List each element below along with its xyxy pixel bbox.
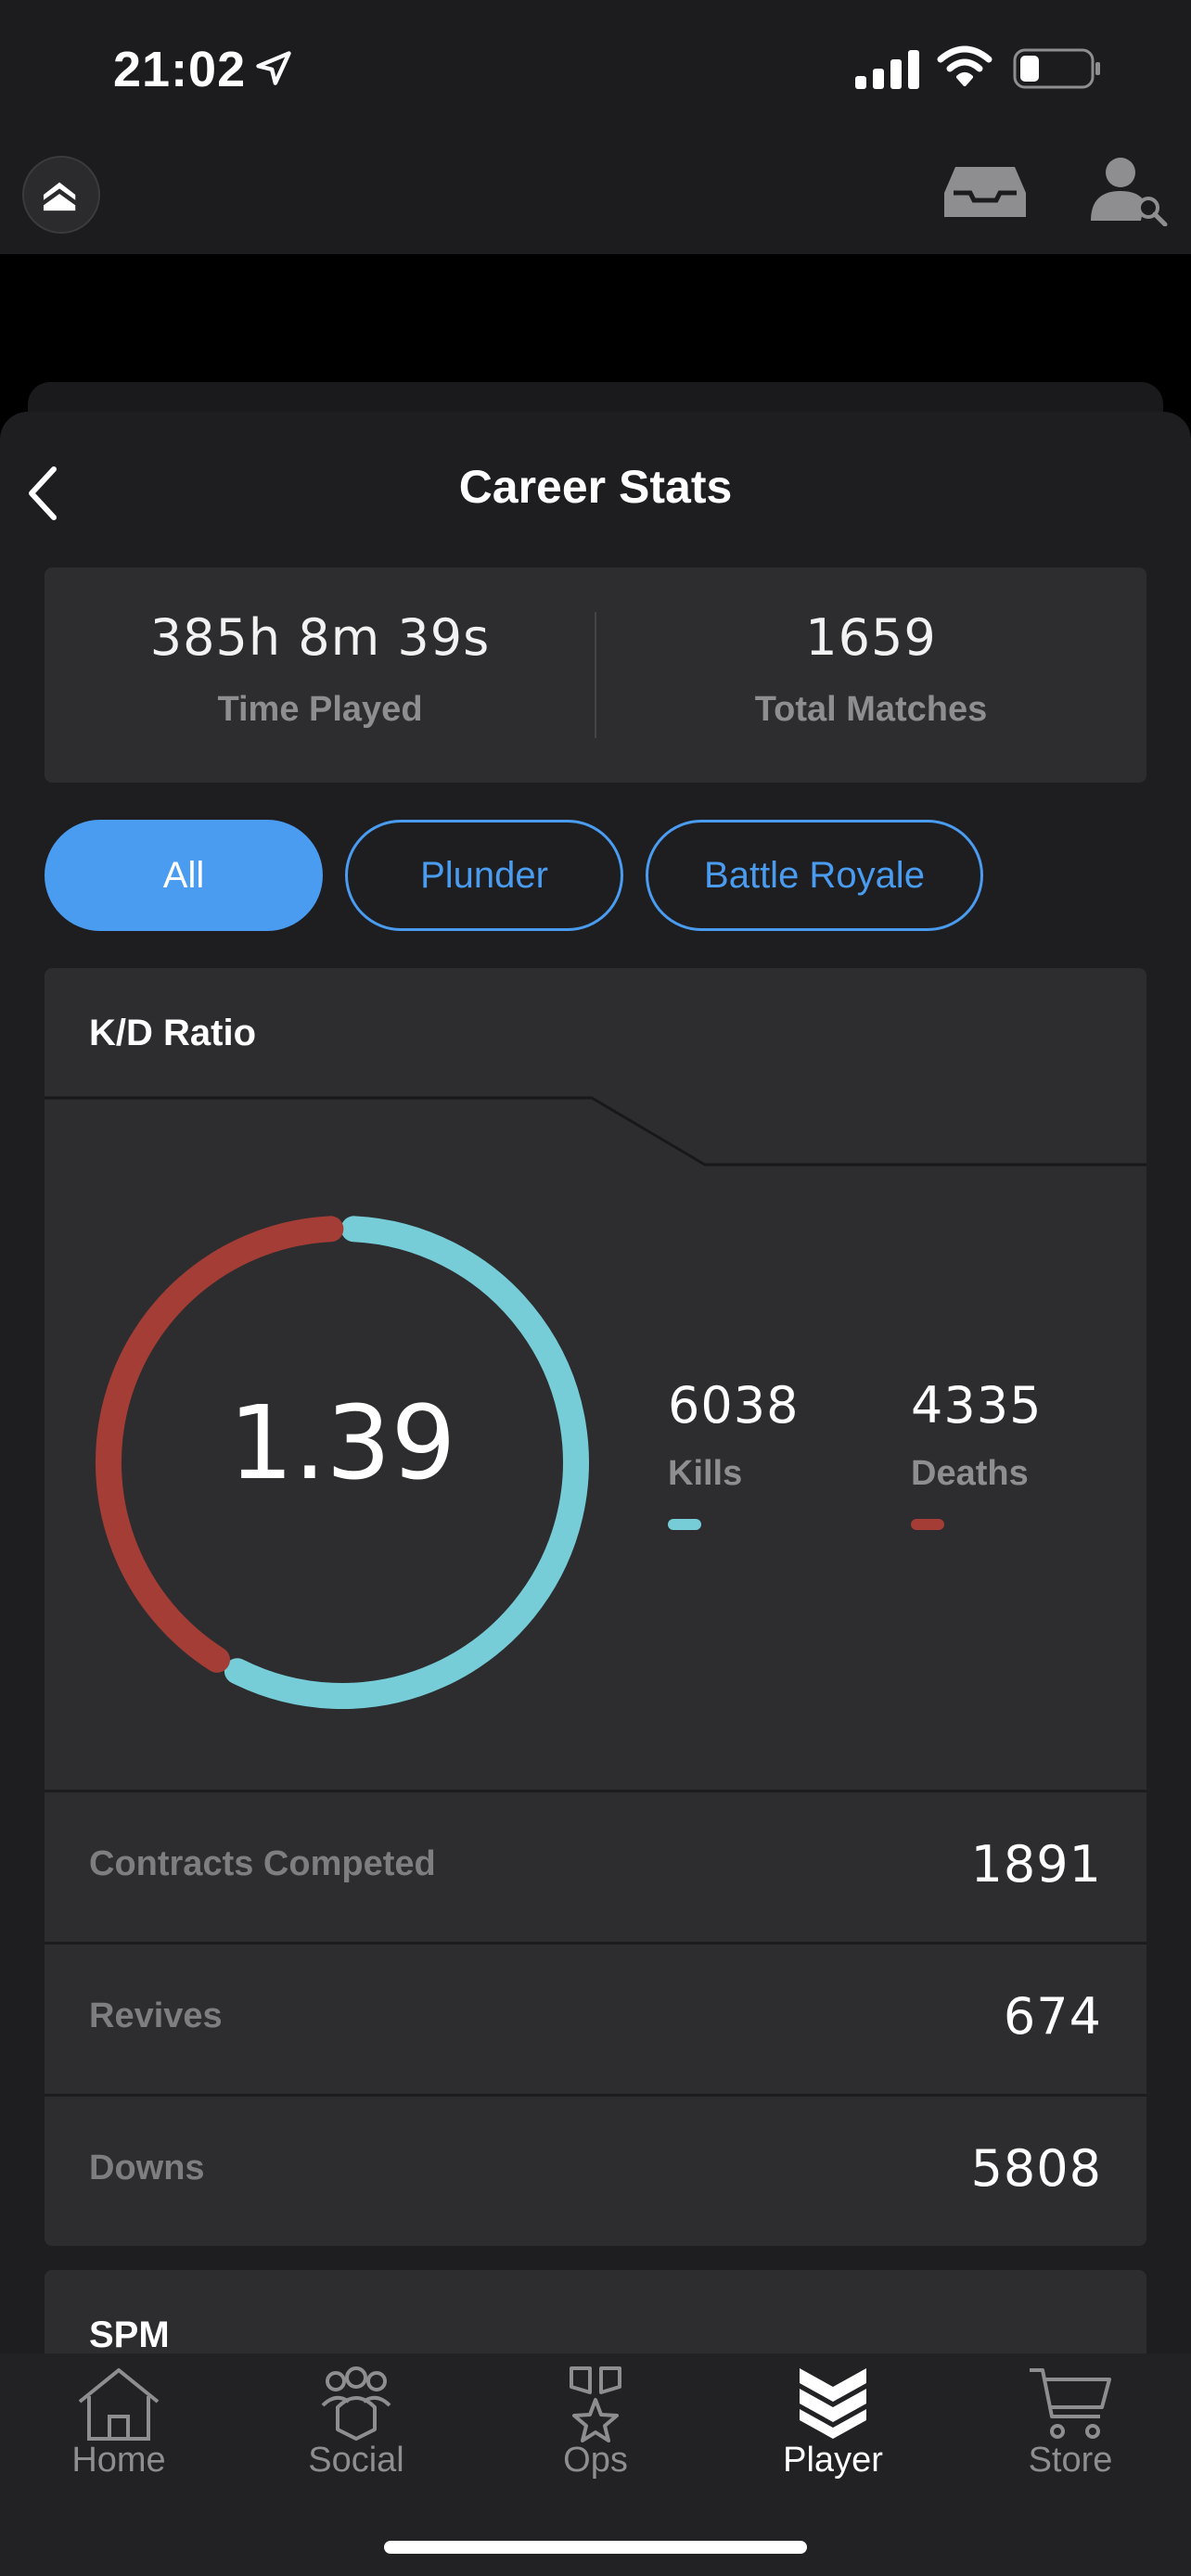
page-title: Career Stats: [458, 461, 733, 513]
filter-battle-royale[interactable]: Battle Royale: [646, 820, 983, 931]
stat-row-value: 674: [1003, 1987, 1102, 2046]
wifi-icon: [937, 45, 992, 86]
total-matches-label: Total Matches: [754, 690, 988, 729]
stat-row: Downs 5808: [45, 2094, 1146, 2246]
deaths-label: Deaths: [911, 1454, 1029, 1493]
tab-label: Ops: [563, 2441, 628, 2480]
inbox-icon[interactable]: [942, 163, 1028, 221]
chevron-logo-icon: [43, 182, 76, 211]
stat-row: Contracts Competed 1891: [45, 1790, 1146, 1942]
summary-card: 385h 8m 39s Time Played 1659 Total Match…: [45, 567, 1146, 783]
tab-label: Player: [783, 2441, 883, 2480]
status-time: 21:02: [113, 42, 247, 97]
player-icon: [800, 2368, 866, 2439]
location-arrow-icon: [256, 51, 291, 85]
spm-card: SPM: [45, 2270, 1146, 2359]
kills-legend-swatch: [668, 1519, 701, 1530]
tab-home[interactable]: Home: [0, 2353, 237, 2502]
tab-ops[interactable]: Ops: [477, 2353, 714, 2502]
career-stats-sheet: Career Stats 385h 8m 39s Time Played 165…: [0, 412, 1191, 2359]
tab-label: Home: [71, 2441, 166, 2480]
tab-label: Store: [1028, 2441, 1113, 2480]
deaths-value: 4335: [911, 1376, 1043, 1435]
battery-icon: [1013, 48, 1100, 89]
kills-label: Kills: [668, 1454, 743, 1493]
player-search-icon[interactable]: [1087, 154, 1171, 226]
cart-icon: [1030, 2368, 1111, 2439]
tab-player[interactable]: Player: [714, 2353, 952, 2502]
total-matches-stat: 1659 Total Matches: [596, 567, 1146, 783]
stat-row-label: Contracts Competed: [89, 1844, 436, 1883]
tab-label: Social: [308, 2441, 404, 2480]
cellular-signal-icon: [855, 50, 919, 89]
kd-ratio-card: K/D Ratio 1.39 6038 Kills 4335 Deaths Co…: [45, 968, 1146, 2246]
total-matches-value: 1659: [805, 608, 937, 667]
time-played-stat: 385h 8m 39s Time Played: [45, 567, 596, 783]
stat-row-value: 1891: [970, 1835, 1102, 1894]
ops-icon: [570, 2366, 621, 2442]
home-icon: [78, 2368, 160, 2441]
filter-plunder[interactable]: Plunder: [345, 820, 623, 931]
status-bar: 21:02: [0, 0, 1191, 139]
deaths-legend-swatch: [911, 1519, 944, 1530]
social-icon: [321, 2366, 391, 2441]
time-played-value: 385h 8m 39s: [149, 608, 491, 667]
stat-row-value: 5808: [970, 2139, 1102, 2198]
card-header-divider: [45, 1096, 1146, 1167]
kd-ratio-value: 1.39: [228, 1384, 456, 1502]
stat-row: Revives 674: [45, 1942, 1146, 2094]
app-logo-button[interactable]: [22, 156, 100, 234]
time-played-label: Time Played: [217, 690, 423, 729]
kd-ratio-title: K/D Ratio: [89, 1013, 256, 1053]
filter-all[interactable]: All: [45, 820, 323, 931]
tab-store[interactable]: Store: [952, 2353, 1189, 2502]
stat-row-label: Revives: [89, 1996, 223, 2035]
home-indicator: [384, 2541, 807, 2554]
stat-row-label: Downs: [89, 2149, 205, 2187]
spm-title: SPM: [89, 2315, 170, 2355]
tab-social[interactable]: Social: [237, 2353, 475, 2502]
kills-value: 6038: [668, 1376, 800, 1435]
